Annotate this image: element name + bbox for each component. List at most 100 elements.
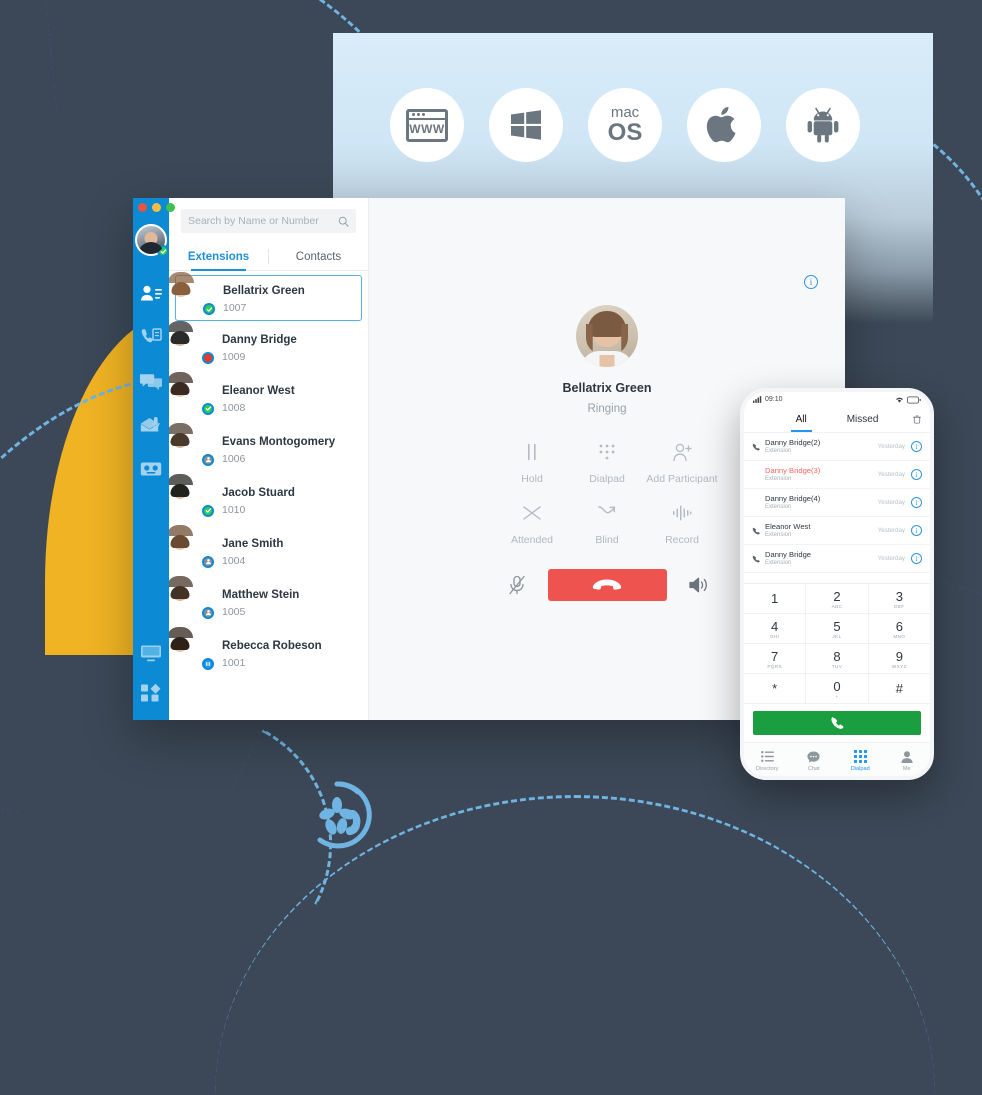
tab-extensions[interactable]: Extensions <box>169 243 268 271</box>
maximize-window-dot[interactable] <box>166 203 175 212</box>
search-input[interactable] <box>188 215 338 227</box>
apple-icon[interactable] <box>687 88 761 162</box>
dialpad-key-6[interactable]: 6 MNO <box>868 614 930 644</box>
dialpad-key-2[interactable]: 2 ABC <box>806 584 869 614</box>
record-waveform-icon <box>672 503 692 523</box>
wifi-icon <box>896 397 903 403</box>
phone-notch <box>799 392 875 405</box>
contact-extension: 1010 <box>222 503 246 516</box>
call-log-subtitle: Extension <box>765 560 792 566</box>
call-log-time: Yesterday <box>877 555 905 562</box>
battery-icon <box>907 396 921 403</box>
presence-badge-away <box>202 453 214 466</box>
hangup-button[interactable] <box>547 569 667 601</box>
call-log-info-button[interactable]: i <box>911 469 922 480</box>
dialpad-key-5[interactable]: 5 JKL <box>806 614 869 644</box>
dialpad-key-7[interactable]: 7 PQRS <box>744 644 807 674</box>
contact-row[interactable]: Danny Bridge 1009 <box>169 320 368 372</box>
sidebar-item-recordings[interactable] <box>140 458 162 480</box>
call-info-button[interactable]: i <box>804 275 818 289</box>
windows-icon[interactable] <box>489 88 563 162</box>
web-browser-icon[interactable]: WWW <box>390 88 464 162</box>
contact-row[interactable]: Jacob Stuard 1010 <box>169 473 368 525</box>
phone-bottom-nav[interactable]: Directory Chat Dialpad Me <box>744 742 930 776</box>
user-avatar[interactable] <box>135 224 169 257</box>
mute-button[interactable] <box>504 572 530 598</box>
macos-label-line1: mac <box>610 104 640 121</box>
tab-contacts[interactable]: Contacts <box>269 243 368 270</box>
tab-all[interactable]: All <box>790 414 812 432</box>
call-log-row[interactable]: Danny Bridge Extension Yesterday i <box>744 545 930 573</box>
search-row <box>169 198 368 243</box>
call-log-info-button[interactable]: i <box>911 441 922 452</box>
phone-dialpad[interactable]: 1 2 ABC 3 DEF 4 GHI 5 JKL 6 MNO 7 PQRS 8 TUV 9 WXYZ * 0 + # <box>744 583 930 704</box>
search-box[interactable] <box>181 209 356 233</box>
close-window-dot[interactable] <box>138 203 147 212</box>
dialpad-button[interactable]: Dialpad <box>589 442 625 485</box>
call-log-list[interactable]: Danny Bridge(2) Extension Yesterday i Danny … <box>744 433 930 573</box>
contact-extension: 1004 <box>222 554 246 567</box>
nav-item-chat[interactable]: Chat <box>791 750 838 772</box>
nav-item-label: Chat <box>807 766 820 772</box>
brand-logo-icon <box>317 781 372 849</box>
call-log-subtitle: Extension <box>765 448 792 454</box>
call-log-row[interactable]: Danny Bridge(4) Extension Yesterday i <box>744 489 930 517</box>
minimize-window-dot[interactable] <box>152 203 161 212</box>
dialpad-key-1[interactable]: 1 <box>744 584 807 614</box>
phone-call-button[interactable] <box>753 711 921 735</box>
attended-transfer-button[interactable]: Attended <box>511 503 553 546</box>
call-log-info-button[interactable]: i <box>911 497 922 508</box>
dialpad-key-number: 4 <box>771 618 779 634</box>
contact-avatar <box>169 320 214 364</box>
call-log-info-button[interactable]: i <box>911 525 922 536</box>
trash-icon[interactable] <box>913 411 921 429</box>
nav-item-directory[interactable]: Directory <box>744 750 791 772</box>
hold-button[interactable]: Hold <box>521 442 543 485</box>
nav-item-me[interactable]: Me <box>884 750 931 772</box>
contact-row[interactable]: Bellatrix Green 1007 <box>169 272 362 321</box>
contact-avatar <box>169 524 214 568</box>
call-log-row[interactable]: Danny Bridge(3) Extension Yesterday i <box>744 461 930 489</box>
speaker-button[interactable] <box>685 572 711 598</box>
contact-row[interactable]: Eleanor West 1008 <box>169 371 368 423</box>
contact-extension: 1007 <box>223 302 247 315</box>
window-controls[interactable] <box>138 203 175 212</box>
call-log-time: Yesterday <box>877 471 905 478</box>
contact-list[interactable]: Bellatrix Green 1007 Danny Bridge 1009 Elean… <box>169 271 368 720</box>
contact-row[interactable]: Jane Smith 1004 <box>169 524 368 576</box>
android-icon[interactable] <box>786 88 860 162</box>
search-icon[interactable] <box>338 216 349 227</box>
dialpad-key-star[interactable]: * <box>744 674 807 704</box>
call-log-info-button[interactable]: i <box>911 553 922 564</box>
contact-row[interactable]: Rebecca Robeson 1001 <box>169 626 368 678</box>
macos-label-line2: OS <box>607 119 643 146</box>
sidebar-item-desktop[interactable] <box>140 642 162 664</box>
add-participant-button[interactable]: Add Participant <box>646 442 718 485</box>
macos-icon[interactable]: mac OS <box>588 88 662 162</box>
sidebar-item-call-history[interactable] <box>140 326 162 348</box>
contact-row[interactable]: Matthew Stein 1005 <box>169 575 368 627</box>
blind-transfer-button[interactable]: Blind <box>595 503 619 546</box>
call-log-time: Yesterday <box>877 443 905 450</box>
sidebar-item-chat[interactable] <box>140 370 162 392</box>
dialpad-key-8[interactable]: 8 TUV <box>806 644 869 674</box>
dialpad-key-4[interactable]: 4 GHI <box>744 614 807 644</box>
page-root: WWW mac OS Search by Name or Number Exte… <box>0 0 982 905</box>
dialpad-key-letters: GHI <box>769 633 780 639</box>
dialpad-key-hash[interactable]: # <box>868 674 930 704</box>
nav-item-dialpad[interactable]: Dialpad <box>837 750 884 772</box>
call-log-row[interactable]: Danny Bridge(2) Extension Yesterday i <box>744 433 930 461</box>
add-participant-label: Add Participant <box>646 473 718 485</box>
sidebar-item-contacts[interactable] <box>140 282 162 304</box>
dialpad-key-9[interactable]: 9 WXYZ <box>868 644 930 674</box>
presence-badge-online <box>202 402 214 415</box>
contact-row[interactable]: Evans Montogomery 1006 <box>169 422 368 474</box>
dialpad-key-3[interactable]: 3 DEF <box>868 584 930 614</box>
sidebar-item-voicemail[interactable] <box>140 414 162 436</box>
call-log-row[interactable]: Eleanor West Extension Yesterday i <box>744 517 930 545</box>
dialpad-key-0[interactable]: 0 + <box>806 674 869 704</box>
record-button[interactable]: Record <box>665 503 699 546</box>
sidebar-item-apps[interactable] <box>140 682 162 704</box>
contact-name: Evans Montogomery <box>222 435 336 448</box>
tab-missed[interactable]: Missed <box>847 414 879 425</box>
